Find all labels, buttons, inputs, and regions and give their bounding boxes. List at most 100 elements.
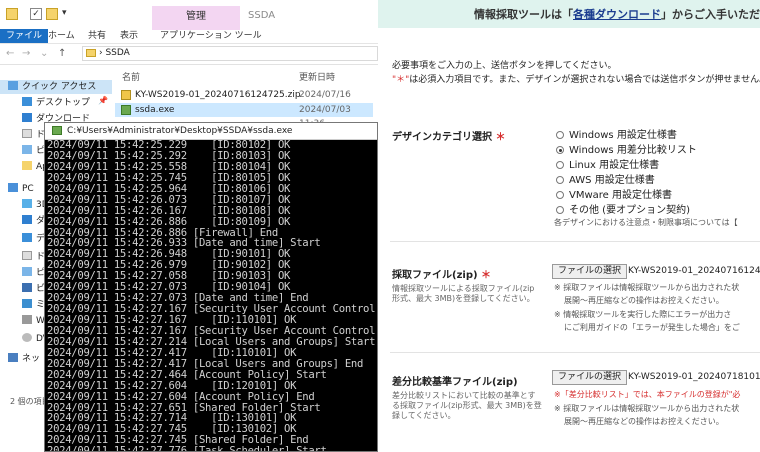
console-title: C:¥Users¥Administrator¥Desktop¥SSDA¥ssda… <box>67 126 293 136</box>
console-line: 2024/09/11 15:42:27.464 [Account Policy]… <box>47 368 327 381</box>
video-icon <box>22 283 32 292</box>
radio-button-selected[interactable] <box>556 146 564 154</box>
radio-label: Windows 用設定仕様書 <box>569 130 677 141</box>
radio-label: その他 (要オプション契約) <box>569 205 690 216</box>
collect-note-3: ※ 情報採取ツールを実行した際にエラーが出力さ <box>554 310 732 319</box>
tab-share[interactable]: 共有 <box>88 29 106 43</box>
section-divider <box>390 241 760 242</box>
back-arrow-icon[interactable]: ← <box>6 48 14 59</box>
recent-chevron-icon[interactable]: ⌄ <box>40 48 48 59</box>
address-bar-row: ← → ⌄ ↑ › SSDA <box>0 44 378 65</box>
folder-icon[interactable] <box>6 8 18 20</box>
downloads-link[interactable]: 各種ダウンロード <box>573 8 661 21</box>
required-star: ＊ <box>495 132 506 143</box>
desktop-icon <box>22 97 32 106</box>
nav-pictures-2[interactable]: ピ <box>22 266 45 280</box>
collect-file-choose-button[interactable]: ファイルの選択 <box>552 264 628 279</box>
file-row-zip[interactable]: KY-WS2019-01_20240716124725.zip 2024/07/… <box>115 88 373 114</box>
console-titlebar[interactable]: C:¥Users¥Administrator¥Desktop¥SSDA¥ssda… <box>45 123 377 140</box>
zip-file-icon <box>121 90 131 100</box>
nav-label: クイック アクセス <box>22 82 97 92</box>
radio-windows-spec[interactable]: Windows 用設定仕様書 <box>556 126 677 141</box>
properties-check-icon[interactable]: ✓ <box>30 8 42 20</box>
design-category-text: デザインカテゴリ選択 <box>392 132 492 143</box>
radio-button[interactable] <box>556 131 564 139</box>
design-note: 各デザインにおける注意点・制限事項については【 <box>554 218 738 227</box>
up-arrow-icon[interactable]: ↑ <box>58 48 66 59</box>
radio-button[interactable] <box>556 161 564 169</box>
required-star: ＊ <box>481 270 492 281</box>
console-window[interactable]: C:¥Users¥Administrator¥Desktop¥SSDA¥ssda… <box>44 122 378 452</box>
collect-note-1: ※ 採取ファイルは情報採取ツールから出力された状 <box>554 283 740 292</box>
exe-file-icon <box>121 105 131 115</box>
pc-icon <box>8 183 18 192</box>
ribbon-tabs: ファイル ホーム 共有 表示 アプリケーション ツール <box>0 29 378 44</box>
forward-arrow-icon[interactable]: → <box>22 48 30 59</box>
section-divider <box>390 352 760 353</box>
desktop-icon <box>22 233 32 242</box>
collect-note-2: 展開～再圧縮などの操作はお控えください。 <box>564 296 724 305</box>
nav-music[interactable]: ミ <box>22 298 45 312</box>
customize-toolbar-icon[interactable]: ▾ <box>62 8 67 18</box>
collect-note-4: にご利用ガイドの「エラーが発生した場合」をご <box>564 323 740 332</box>
banner-text: 情報採取ツールは「各種ダウンロード」からご入手いただ <box>474 6 760 22</box>
diff-file-description: 差分比較リストにおいて比較の基準とする採取ファイル(zip形式、最大 3MB)を… <box>392 391 542 420</box>
nav-pc[interactable]: PC <box>8 182 34 196</box>
radio-button[interactable] <box>556 206 564 214</box>
radio-windows-diff[interactable]: Windows 用差分比較リスト <box>556 141 697 156</box>
column-header-name[interactable]: 名前 <box>122 70 140 83</box>
nav-label: デスクトップ <box>36 98 91 108</box>
network-icon <box>8 353 18 362</box>
nav-videos[interactable]: ビ <box>22 282 45 296</box>
explorer-titlebar: ✓ ▾ 管理 SSDA <box>0 0 378 30</box>
radio-label: VMware 用設定仕様書 <box>569 190 672 201</box>
context-tab-manage[interactable]: 管理 <box>152 6 240 30</box>
console-line: 2024/09/11 15:42:26.073 [ID:80107] OK <box>47 193 291 206</box>
radio-linux-spec[interactable]: Linux 用設定仕様書 <box>556 156 660 171</box>
new-folder-icon[interactable] <box>46 8 58 20</box>
radio-label: Linux 用設定仕様書 <box>569 160 660 171</box>
info-banner: 情報採取ツールは「各種ダウンロード」からご入手いただ <box>378 0 760 28</box>
folder-icon <box>86 49 96 57</box>
instruction-text: は必須入力項目です。また、デザインが選択されない場合では送信ボタンが押せません。 <box>409 75 760 85</box>
radio-button[interactable] <box>556 191 564 199</box>
tab-application-tools[interactable]: アプリケーション ツール <box>160 29 262 43</box>
column-header-date[interactable]: 更新日時 <box>299 70 335 83</box>
nav-network[interactable]: ネッ <box>8 352 40 366</box>
3d-icon <box>22 199 32 208</box>
nav-label: ネッ <box>22 354 41 364</box>
tab-home[interactable]: ホーム <box>48 29 75 43</box>
nav-desktop[interactable]: デスクトップ <box>22 96 90 110</box>
tab-file[interactable]: ファイル <box>0 29 49 43</box>
console-line: 2024/09/11 15:42:27.604 [ID:120101] OK <box>47 379 297 392</box>
address-input[interactable]: › SSDA <box>82 46 378 61</box>
nav-desktop-2[interactable]: デ <box>22 232 45 246</box>
radio-vmware-spec[interactable]: VMware 用設定仕様書 <box>556 186 672 201</box>
instruction-line-1: 必要事項をご入力の上、送信ボタンを押してください。 <box>392 61 617 71</box>
nav-label: PC <box>22 184 34 194</box>
music-icon <box>22 299 32 308</box>
folder-icon <box>22 161 32 170</box>
nav-documents-2[interactable]: ド <box>22 250 45 264</box>
required-mark: "＊" <box>392 75 410 85</box>
dvd-icon <box>22 333 32 342</box>
collect-file-text: 採取ファイル(zip) <box>392 270 478 281</box>
upload-form-page: 情報採取ツールは「各種ダウンロード」からご入手いただ 必要事項をご入力の上、送信… <box>378 0 760 452</box>
diff-file-choose-button[interactable]: ファイルの選択 <box>552 370 628 385</box>
nav-quick-access[interactable]: クイック アクセス <box>0 80 112 94</box>
radio-other[interactable]: その他 (要オプション契約) <box>556 201 690 216</box>
file-row-exe[interactable]: ssda.exe 2024/07/03 11:36 <box>115 103 373 129</box>
console-output: 2024/09/11 15:42:25.229 [ID:80102] OK 202… <box>47 140 377 451</box>
document-icon <box>22 129 32 138</box>
picture-icon <box>22 145 32 154</box>
console-line: 2024/09/11 15:42:26.886 [ID:80109] OK <box>47 215 291 228</box>
radio-button[interactable] <box>556 176 564 184</box>
radio-label: Windows 用差分比較リスト <box>569 145 697 156</box>
diff-file-label: 差分比較基準ファイル(zip) <box>392 377 518 388</box>
collect-file-label: 採取ファイル(zip) ＊ <box>392 266 491 281</box>
radio-aws-spec[interactable]: AWS 用設定仕様書 <box>556 171 655 186</box>
download-icon <box>22 113 32 122</box>
tab-view[interactable]: 表示 <box>120 29 138 43</box>
nav-downloads-2[interactable]: ダ <box>22 214 45 228</box>
diff-note-2: ※ 採取ファイルは情報採取ツールから出力された状 <box>554 404 740 413</box>
